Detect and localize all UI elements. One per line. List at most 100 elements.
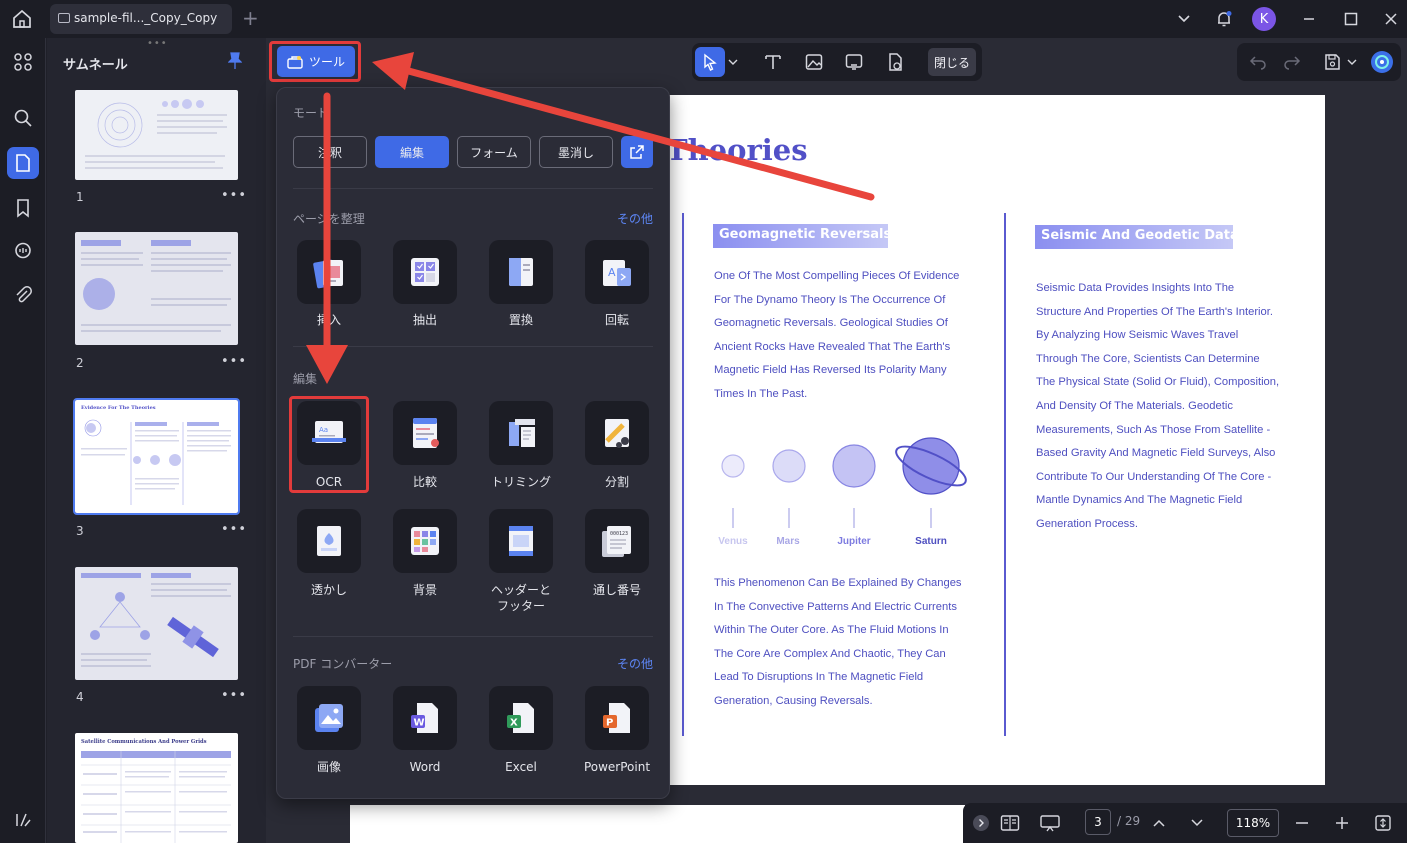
background-tile[interactable] bbox=[393, 509, 457, 573]
bookmark-icon[interactable] bbox=[7, 192, 39, 224]
sidebar-toggle-icon[interactable] bbox=[7, 804, 39, 836]
tools-popup: モード 注釈 編集 フォーム 墨消し ページを整理 その他 挿入 抽出 置換 A… bbox=[276, 87, 670, 799]
to-excel-label: Excel bbox=[505, 760, 537, 774]
bates-number-tile[interactable]: 000123 bbox=[585, 509, 649, 573]
close-window-icon[interactable] bbox=[1380, 8, 1402, 30]
page-thumbnail[interactable] bbox=[75, 90, 238, 180]
total-pages: / 29 bbox=[1117, 814, 1141, 828]
compare-tile[interactable] bbox=[393, 401, 457, 465]
page-thumbnail[interactable]: Satellite Communications And Power Grids bbox=[75, 733, 238, 843]
previous-page-icon[interactable] bbox=[1147, 811, 1171, 835]
ai-assistant-icon[interactable] bbox=[1367, 47, 1397, 77]
home-icon[interactable] bbox=[10, 7, 34, 31]
page-thumbnail[interactable] bbox=[75, 567, 238, 680]
replace-tile[interactable] bbox=[489, 240, 553, 304]
section-header: Geomagnetic Reversals bbox=[713, 224, 891, 248]
mode-edit-button[interactable]: 編集 bbox=[375, 136, 449, 168]
thumbnail-more-icon[interactable]: ••• bbox=[221, 522, 247, 537]
user-avatar[interactable]: K bbox=[1252, 7, 1276, 31]
converter-more-link[interactable]: その他 bbox=[617, 655, 653, 672]
notification-bell-icon[interactable] bbox=[1213, 8, 1235, 30]
planet-label-saturn: Saturn bbox=[915, 536, 947, 547]
comment-icon[interactable] bbox=[7, 235, 39, 267]
rotate-tile[interactable]: A bbox=[585, 240, 649, 304]
zoom-in-icon[interactable] bbox=[1330, 811, 1354, 835]
planet-label-jupiter: Jupiter bbox=[837, 536, 871, 547]
crop-tile[interactable] bbox=[489, 401, 553, 465]
to-word-label: Word bbox=[409, 760, 441, 774]
pdf-page-next[interactable] bbox=[350, 805, 965, 843]
split-tile[interactable] bbox=[585, 401, 649, 465]
to-powerpoint-tile[interactable]: P bbox=[585, 686, 649, 750]
watermark-tool-icon[interactable] bbox=[880, 47, 910, 77]
mode-form-button[interactable]: フォーム bbox=[457, 136, 531, 168]
thumbnail-more-icon[interactable]: ••• bbox=[221, 188, 247, 203]
column-divider bbox=[682, 213, 684, 736]
zoom-level[interactable]: 118% bbox=[1227, 809, 1279, 837]
pin-icon[interactable] bbox=[227, 52, 243, 74]
to-image-label: 画像 bbox=[316, 760, 341, 774]
insert-label: 挿入 bbox=[316, 313, 341, 327]
minimize-icon[interactable] bbox=[1298, 8, 1320, 30]
thumbnails-icon[interactable] bbox=[7, 147, 39, 179]
crop-label: トリミング bbox=[490, 475, 551, 489]
organize-more-link[interactable]: その他 bbox=[617, 210, 653, 227]
to-excel-tile[interactable]: X bbox=[489, 686, 553, 750]
attachment-icon[interactable] bbox=[7, 279, 39, 311]
word-file-icon: W bbox=[411, 703, 438, 733]
header-footer-label: ヘッダーと フッター bbox=[490, 583, 551, 613]
undo-icon[interactable] bbox=[1243, 47, 1273, 77]
to-image-tile[interactable] bbox=[297, 686, 361, 750]
insert-tile[interactable] bbox=[297, 240, 361, 304]
current-page-input[interactable]: 3 bbox=[1085, 809, 1111, 835]
header-footer-tile[interactable] bbox=[489, 509, 553, 573]
thumbnail-panel: ••• サムネール 1 ••• 2 ••• Evidence For The T… bbox=[47, 38, 266, 843]
chevron-down-icon[interactable] bbox=[1173, 8, 1195, 30]
to-word-tile[interactable]: W bbox=[393, 686, 457, 750]
thumbnail-more-icon[interactable]: ••• bbox=[221, 354, 247, 369]
rotate-pages-icon: A bbox=[603, 260, 631, 286]
mode-annotate-button[interactable]: 注釈 bbox=[293, 136, 367, 168]
left-rail bbox=[0, 38, 46, 843]
presentation-icon[interactable] bbox=[1038, 811, 1062, 835]
left-paragraph: One Of The Most Compelling Pieces Of Evi… bbox=[714, 270, 960, 400]
title-bar: sample-fil..._Copy_Copy + K bbox=[0, 0, 1407, 38]
new-tab-icon[interactable]: + bbox=[242, 6, 259, 30]
mode-redact-button[interactable]: 墨消し bbox=[539, 136, 613, 168]
insert-pages-icon bbox=[313, 259, 343, 289]
link-tool-icon[interactable] bbox=[839, 47, 869, 77]
close-edit-button[interactable]: 閉じる bbox=[928, 48, 976, 76]
page-thumbnail-selected[interactable]: Evidence For The Theories bbox=[73, 398, 240, 515]
select-tool-icon[interactable] bbox=[695, 47, 725, 77]
powerpoint-file-icon: P bbox=[603, 703, 630, 733]
tools-button-highlight bbox=[269, 41, 361, 82]
right-toolbar bbox=[1237, 43, 1401, 81]
collapse-arrow-icon[interactable] bbox=[969, 811, 993, 835]
search-icon[interactable] bbox=[7, 102, 39, 134]
save-dropdown-icon[interactable] bbox=[1345, 47, 1359, 77]
extract-tile[interactable] bbox=[393, 240, 457, 304]
text-tool-icon[interactable] bbox=[758, 47, 788, 77]
thumbnail-panel-title: サムネール bbox=[63, 58, 128, 73]
fit-page-icon[interactable] bbox=[1371, 811, 1395, 835]
select-tool-dropdown-icon[interactable] bbox=[726, 47, 740, 77]
crop-icon bbox=[509, 419, 535, 447]
replace-label: 置換 bbox=[508, 313, 533, 327]
page-thumbnail[interactable] bbox=[75, 232, 238, 345]
header-footer-icon bbox=[509, 526, 533, 556]
open-external-icon[interactable] bbox=[621, 136, 653, 168]
compare-label: 比較 bbox=[412, 475, 437, 489]
thumbnail-more-icon[interactable]: ••• bbox=[221, 688, 247, 703]
apps-grid-icon[interactable] bbox=[7, 46, 39, 78]
watermark-tile[interactable] bbox=[297, 509, 361, 573]
redo-icon[interactable] bbox=[1277, 47, 1307, 77]
image-tool-icon[interactable] bbox=[799, 47, 829, 77]
maximize-icon[interactable] bbox=[1340, 8, 1362, 30]
page-layout-icon[interactable] bbox=[998, 811, 1022, 835]
zoom-out-icon[interactable] bbox=[1290, 811, 1314, 835]
rotate-label: 回転 bbox=[604, 313, 629, 327]
document-tab[interactable]: sample-fil..._Copy_Copy bbox=[50, 4, 232, 34]
save-icon[interactable] bbox=[1317, 47, 1347, 77]
panel-grip[interactable]: ••• bbox=[147, 38, 168, 49]
next-page-icon[interactable] bbox=[1185, 811, 1209, 835]
